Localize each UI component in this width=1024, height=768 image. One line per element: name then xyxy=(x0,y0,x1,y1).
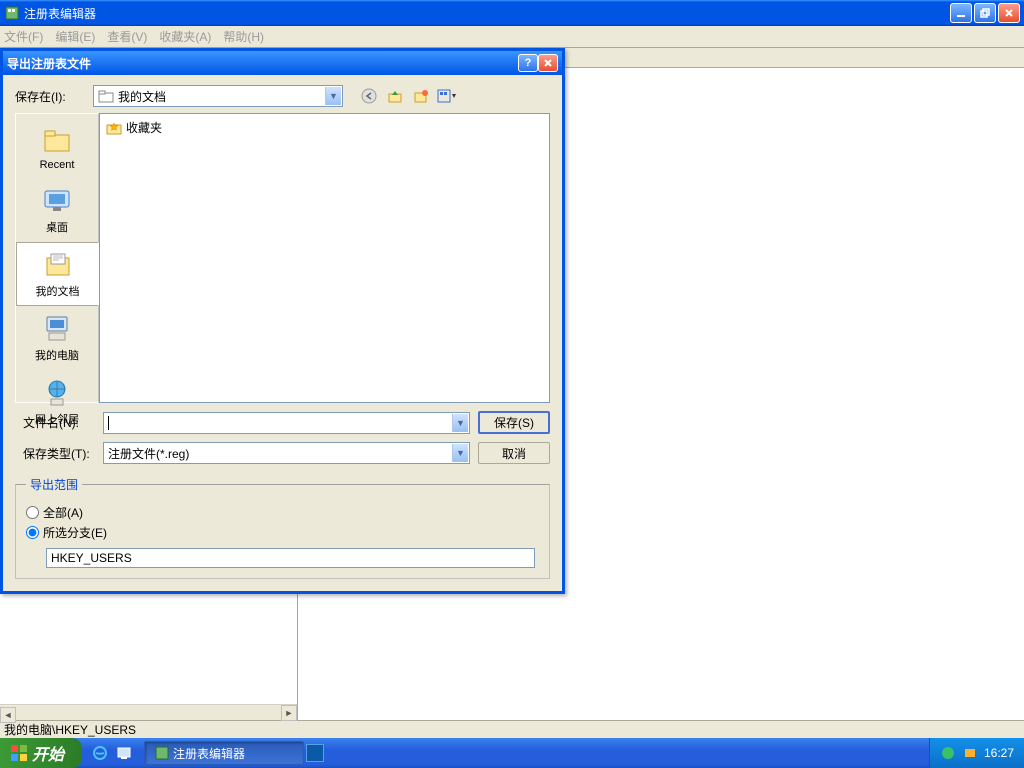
radio-all[interactable] xyxy=(26,506,39,519)
close-button[interactable] xyxy=(998,3,1020,23)
restore-button[interactable] xyxy=(974,3,996,23)
save-in-combo[interactable]: 我的文档 ▼ xyxy=(93,85,343,107)
windows-logo-icon xyxy=(10,744,28,762)
filename-input[interactable]: ▼ xyxy=(103,412,470,434)
status-path: 我的电脑\HKEY_USERS xyxy=(4,721,136,738)
dialog-titlebar[interactable]: 导出注册表文件 ? xyxy=(3,51,562,75)
menubar: 文件(F) 编辑(E) 查看(V) 收藏夹(A) 帮助(H) xyxy=(0,26,1024,48)
favorites-folder-icon xyxy=(106,120,122,136)
help-button[interactable]: ? xyxy=(518,54,538,72)
save-in-label: 保存在(I): xyxy=(15,88,87,105)
ie-quicklaunch-icon[interactable] xyxy=(90,742,110,764)
show-desktop-icon[interactable] xyxy=(114,742,134,764)
branch-input[interactable] xyxy=(46,548,535,568)
network-icon xyxy=(41,377,73,409)
list-item[interactable]: 收藏夹 xyxy=(104,118,545,137)
place-desktop[interactable]: 桌面 xyxy=(16,178,98,242)
dialog-title: 导出注册表文件 xyxy=(7,55,91,72)
computer-icon xyxy=(41,313,73,345)
export-range-legend: 导出范围 xyxy=(26,476,82,493)
place-mydocs[interactable]: 我的文档 xyxy=(16,242,99,306)
language-indicator[interactable] xyxy=(306,744,324,762)
place-recent[interactable]: Recent xyxy=(16,118,98,178)
view-menu-icon[interactable] xyxy=(437,86,457,106)
app-title: 注册表编辑器 xyxy=(24,5,96,22)
cancel-button[interactable]: 取消 xyxy=(478,442,550,464)
start-button[interactable]: 开始 xyxy=(0,738,82,768)
tray-icon-2[interactable] xyxy=(962,745,978,761)
dialog-close-button[interactable] xyxy=(538,54,558,72)
scroll-left-icon[interactable]: ◄ xyxy=(0,707,16,723)
app-icon xyxy=(155,746,169,760)
statusbar: 我的电脑\HKEY_USERS xyxy=(0,720,1024,738)
menu-favorites[interactable]: 收藏夹(A) xyxy=(159,28,211,45)
up-folder-icon[interactable] xyxy=(385,86,405,106)
file-list[interactable]: 收藏夹 xyxy=(99,113,550,403)
menu-view[interactable]: 查看(V) xyxy=(107,28,147,45)
app-titlebar[interactable]: 注册表编辑器 xyxy=(0,0,1024,26)
save-button[interactable]: 保存(S) xyxy=(478,411,550,434)
menu-help[interactable]: 帮助(H) xyxy=(223,28,264,45)
scroll-right-icon[interactable]: ► xyxy=(281,705,297,721)
folder-icon xyxy=(98,89,114,103)
filetype-label: 保存类型(T): xyxy=(15,445,95,462)
system-tray: 16:27 xyxy=(929,738,1024,768)
save-in-value: 我的文档 xyxy=(118,88,166,105)
menu-edit[interactable]: 编辑(E) xyxy=(55,28,95,45)
clock[interactable]: 16:27 xyxy=(984,746,1014,760)
taskbar: 开始 注册表编辑器 16:27 xyxy=(0,738,1024,768)
tray-icon-1[interactable] xyxy=(940,745,956,761)
export-dialog: 导出注册表文件 ? 保存在(I): 我的文档 ▼ Recent xyxy=(0,48,565,594)
desktop-icon xyxy=(41,185,73,217)
app-icon xyxy=(4,5,20,21)
chevron-down-icon[interactable]: ▼ xyxy=(325,87,341,105)
new-folder-icon[interactable] xyxy=(411,86,431,106)
mydocs-icon xyxy=(42,249,74,281)
export-range-group: 导出范围 全部(A) 所选分支(E) xyxy=(15,476,550,579)
chevron-down-icon[interactable]: ▼ xyxy=(452,444,468,462)
radio-selected-branch[interactable] xyxy=(26,526,39,539)
chevron-down-icon[interactable]: ▼ xyxy=(452,414,468,432)
folder-recent-icon xyxy=(41,125,73,157)
filename-label: 文件名(N): xyxy=(15,414,95,431)
minimize-button[interactable] xyxy=(950,3,972,23)
place-mycomputer[interactable]: 我的电脑 xyxy=(16,306,98,370)
menu-file[interactable]: 文件(F) xyxy=(4,28,43,45)
taskbar-task-regedit[interactable]: 注册表编辑器 xyxy=(144,741,304,765)
places-bar: Recent 桌面 我的文档 我的电脑 网上邻居 xyxy=(15,113,99,403)
back-icon[interactable] xyxy=(359,86,379,106)
filetype-combo[interactable]: 注册文件(*.reg) ▼ xyxy=(103,442,470,464)
